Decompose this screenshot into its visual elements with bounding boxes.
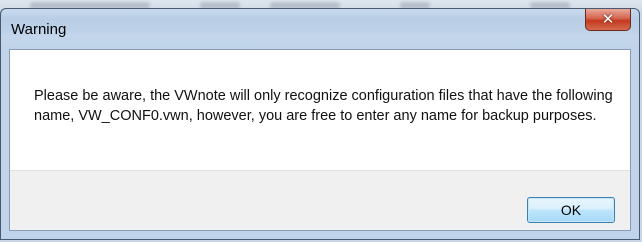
dialog-title: Warning <box>11 21 67 38</box>
message-area: Please be aware, the VWnote will only re… <box>10 50 630 170</box>
ok-button[interactable]: OK <box>527 197 615 223</box>
close-button[interactable]: ✕ <box>585 9 631 31</box>
warning-message: Please be aware, the VWnote will only re… <box>34 88 613 124</box>
dialog-titlebar[interactable]: Warning ✕ <box>1 9 639 49</box>
warning-dialog: Warning ✕ Please be aware, the VWnote wi… <box>0 8 640 240</box>
close-icon: ✕ <box>601 10 615 28</box>
